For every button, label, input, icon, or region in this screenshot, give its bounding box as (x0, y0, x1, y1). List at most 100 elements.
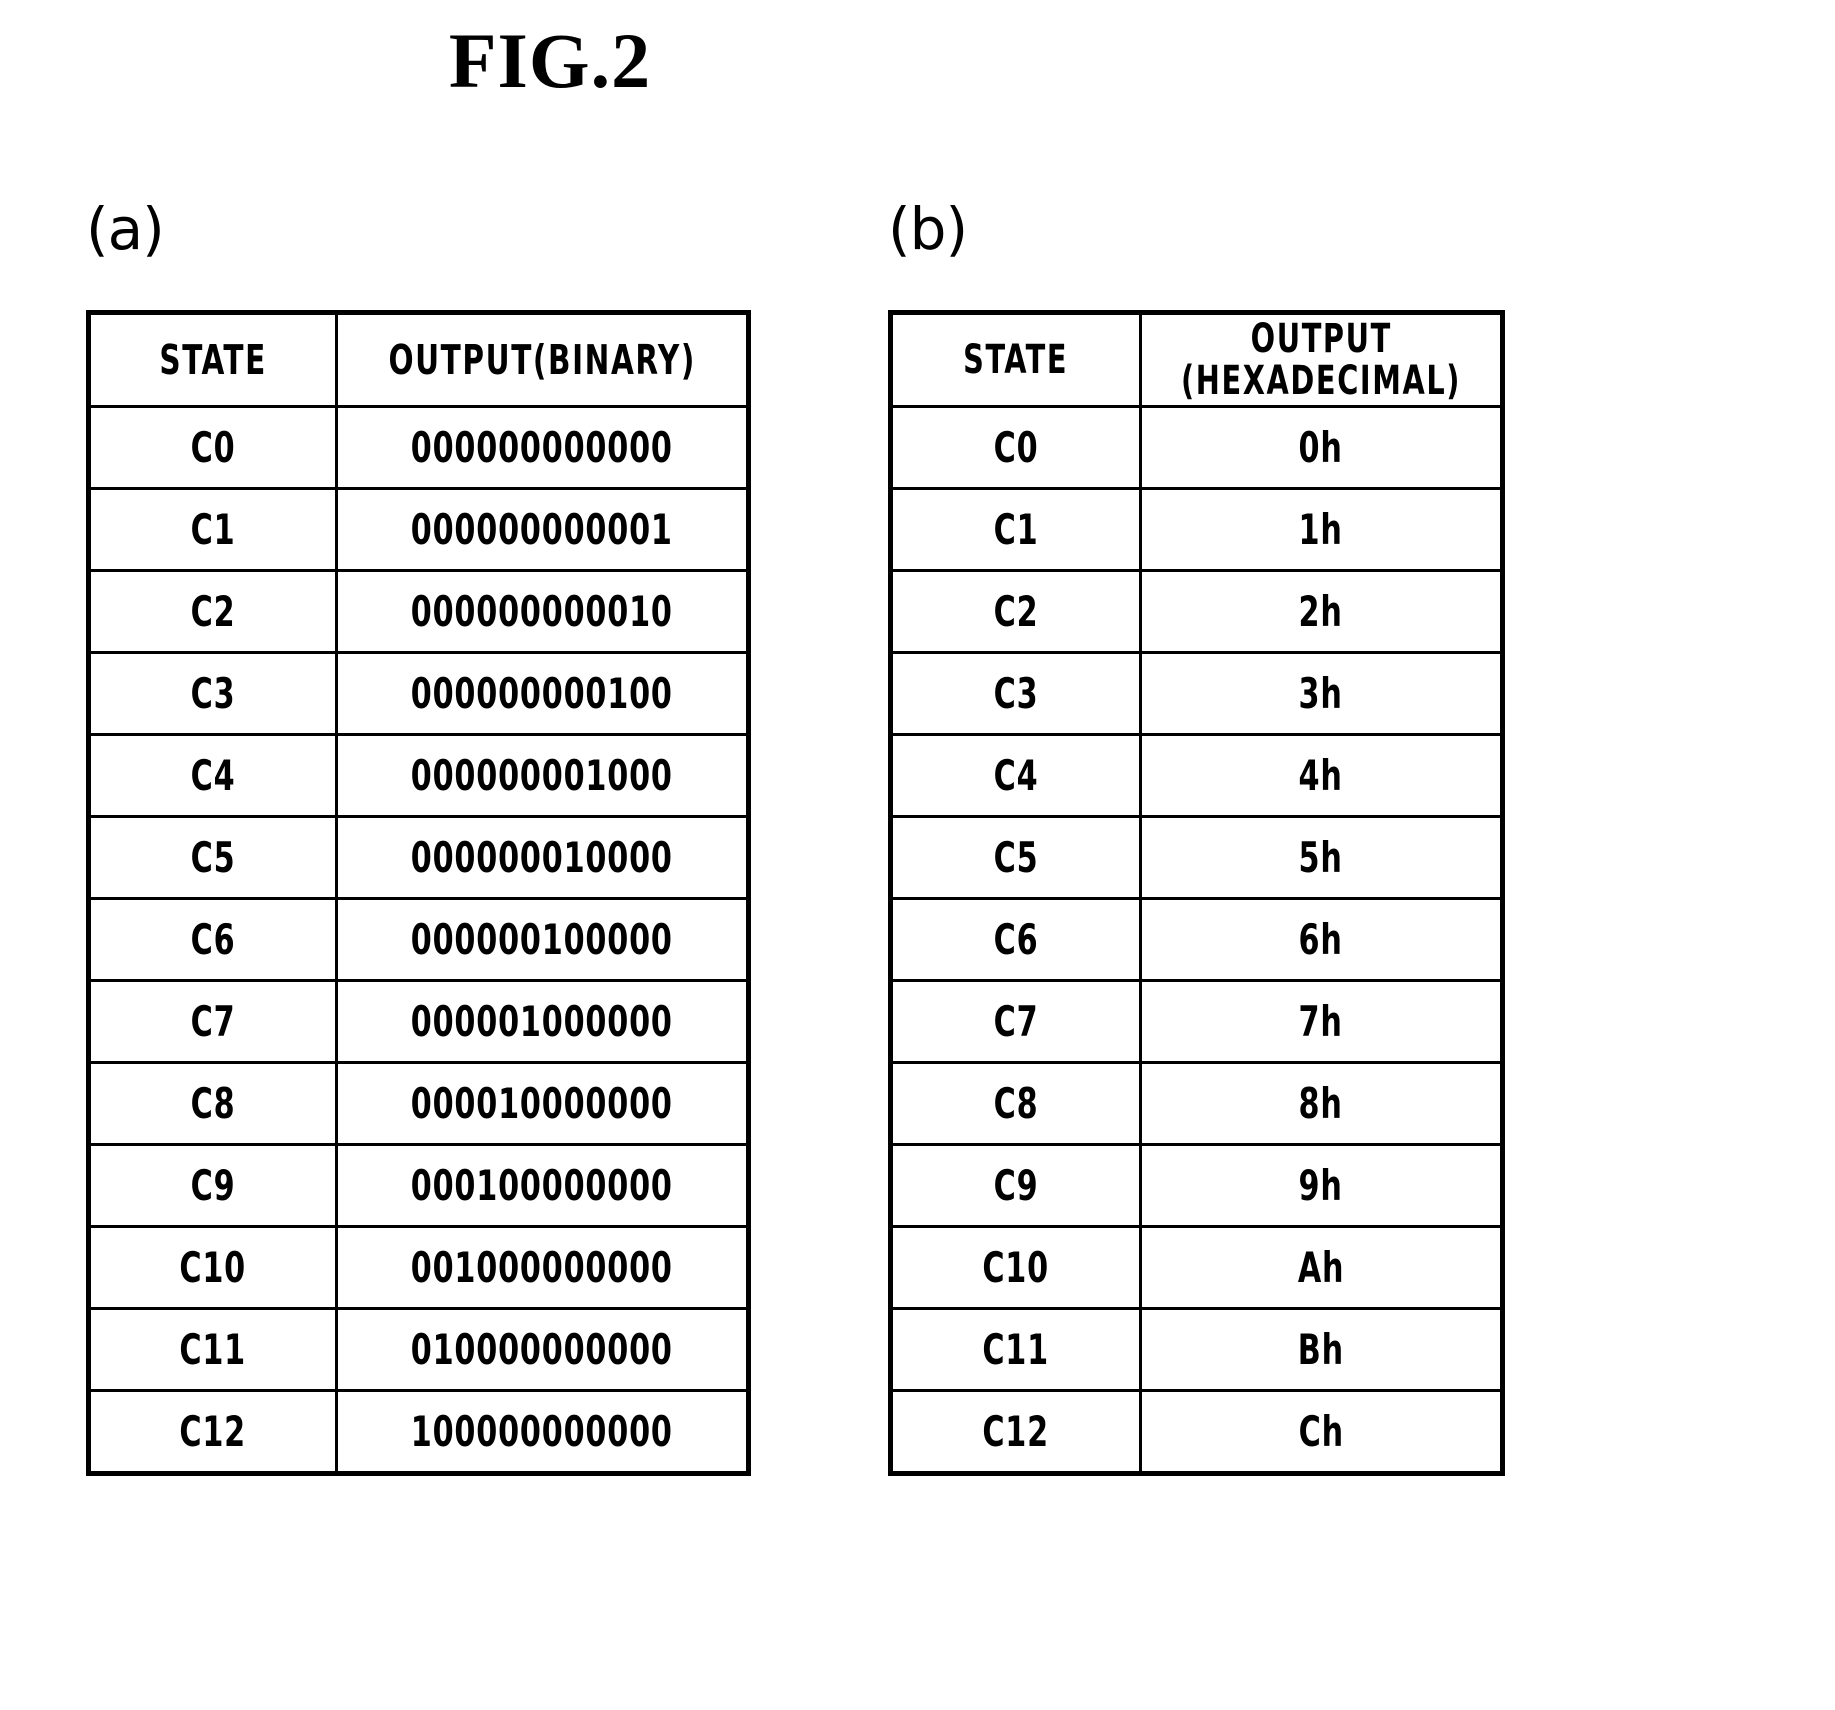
table-b-state-value: C6 (993, 915, 1039, 964)
table-a-cell-state: C7 (87, 979, 338, 1064)
table-a-cell-output: 000000000000 (335, 405, 750, 490)
table-row: C1 000000000001 (87, 487, 750, 572)
table-b-cell-state: C6 (889, 897, 1142, 982)
table-a-header-state-label: STATE (159, 336, 267, 384)
table-a-state-value: C9 (190, 1161, 236, 1210)
table-a-state-value: C4 (190, 751, 236, 800)
table-row: C8 8h (889, 1061, 1504, 1146)
table-b-cell-output: 4h (1139, 733, 1504, 818)
table-a-output-value: 000010000000 (411, 1079, 673, 1128)
table-row: C12 Ch (889, 1389, 1504, 1475)
table-b-output-value: Ch (1298, 1407, 1344, 1456)
table-b-output-value: 9h (1298, 1161, 1344, 1210)
table-a-output-value: 100000000000 (411, 1407, 673, 1456)
table-a-output-value: 000001000000 (411, 997, 673, 1046)
table-a-cell-output: 000000010000 (335, 815, 750, 900)
table-row: C3 3h (889, 651, 1504, 736)
table-b-state-value: C12 (982, 1407, 1050, 1456)
table-a-state-value: C12 (179, 1407, 247, 1456)
table-b-body: C0 0h C1 1h C2 2h C3 3h C4 4h C5 5h C6 6h C7 7h C8 8h C9 9h… (889, 405, 1504, 1475)
table-b-header-output-line2: (HEXADECIMAL) (1180, 358, 1462, 404)
table-a-cell-output: 010000000000 (335, 1307, 750, 1392)
panel-a-label: (a) (86, 195, 165, 263)
table-row: C11 010000000000 (87, 1307, 750, 1392)
table-a-cell-state: C2 (87, 569, 338, 654)
table-a-header-row: STATE OUTPUT(BINARY) (87, 311, 750, 408)
table-a-cell-output: 000000000001 (335, 487, 750, 572)
table-row: C0 0h (889, 405, 1504, 490)
table-a-cell-output: 000000001000 (335, 733, 750, 818)
table-b-cell-output: 5h (1139, 815, 1504, 900)
table-row: C10 001000000000 (87, 1225, 750, 1310)
panel-b: (b) STATE OUTPUT (HEXADECIMAL) C0 0h C1 1h C… (888, 200, 1505, 1476)
table-row: C1 1h (889, 487, 1504, 572)
table-a-cell-state: C0 (87, 405, 338, 490)
table-b-cell-state: C1 (889, 487, 1142, 572)
table-b-cell-state: C11 (889, 1307, 1142, 1392)
table-a-cell-state: C3 (87, 651, 338, 736)
table-row: C6 6h (889, 897, 1504, 982)
table-b-state-value: C9 (993, 1161, 1039, 1210)
table-a-output-value: 010000000000 (411, 1325, 673, 1374)
table-row: C5 5h (889, 815, 1504, 900)
table-row: C5 000000010000 (87, 815, 750, 900)
table-b-cell-output: Ah (1139, 1225, 1504, 1310)
table-a-header-output-label: OUTPUT(BINARY) (388, 336, 696, 384)
table-a-cell-output: 000000000010 (335, 569, 750, 654)
table-row: C10 Ah (889, 1225, 1504, 1310)
table-b-header-output-stack: OUTPUT (HEXADECIMAL) (1142, 318, 1500, 402)
table-b-cell-state: C4 (889, 733, 1142, 818)
table-b-output-value: 5h (1298, 833, 1344, 882)
table-a-cell-state: C5 (87, 815, 338, 900)
table-row: C4 000000001000 (87, 733, 750, 818)
table-a-output-value: 001000000000 (411, 1243, 673, 1292)
table-b-cell-output: 9h (1139, 1143, 1504, 1228)
table-a-cell-state: C12 (87, 1389, 338, 1475)
table-b-cell-state: C7 (889, 979, 1142, 1064)
table-b-output-value: 8h (1298, 1079, 1344, 1128)
table-b-cell-state: C8 (889, 1061, 1142, 1146)
table-b-cell-output: Ch (1139, 1389, 1504, 1475)
table-b-cell-output: 1h (1139, 487, 1504, 572)
table-b-output-value: 2h (1298, 587, 1344, 636)
table-a-cell-state: C6 (87, 897, 338, 982)
table-row: C9 9h (889, 1143, 1504, 1228)
table-row: C8 000010000000 (87, 1061, 750, 1146)
state-binary-table: STATE OUTPUT(BINARY) C0 000000000000 C1 000… (86, 310, 751, 1476)
table-a-state-value: C5 (190, 833, 236, 882)
table-a-cell-output: 001000000000 (335, 1225, 750, 1310)
table-a-output-value: 000000100000 (411, 915, 673, 964)
table-b-state-value: C1 (993, 505, 1039, 554)
table-row: C9 000100000000 (87, 1143, 750, 1228)
table-b-state-value: C5 (993, 833, 1039, 882)
table-a-state-value: C1 (190, 505, 236, 554)
table-a-cell-output: 000100000000 (335, 1143, 750, 1228)
table-a-state-value: C0 (190, 423, 236, 472)
table-b-cell-state: C0 (889, 405, 1142, 490)
table-b-cell-output: 3h (1139, 651, 1504, 736)
table-a-output-value: 000000010000 (411, 833, 673, 882)
table-row: C2 000000000010 (87, 569, 750, 654)
table-a-state-value: C11 (179, 1325, 247, 1374)
figure-title: FIG.2 (448, 17, 652, 104)
table-b-state-value: C3 (993, 669, 1039, 718)
table-b-cell-state: C5 (889, 815, 1142, 900)
table-a-cell-state: C4 (87, 733, 338, 818)
table-a-state-value: C10 (179, 1243, 247, 1292)
panel-a: (a) STATE OUTPUT(BINARY) C0 000000000000 C… (86, 200, 751, 1476)
table-b-cell-state: C12 (889, 1389, 1142, 1475)
table-b-cell-state: C9 (889, 1143, 1142, 1228)
table-a-state-value: C2 (190, 587, 236, 636)
table-b-output-value: 1h (1298, 505, 1344, 554)
table-b-cell-output: 7h (1139, 979, 1504, 1064)
table-b-output-value: 7h (1298, 997, 1344, 1046)
table-b-cell-state: C3 (889, 651, 1142, 736)
table-row: C7 000001000000 (87, 979, 750, 1064)
table-b-output-value: 3h (1298, 669, 1344, 718)
table-a-cell-output: 000001000000 (335, 979, 750, 1064)
table-b-cell-output: 8h (1139, 1061, 1504, 1146)
table-b-output-value: 0h (1298, 423, 1344, 472)
table-b-cell-output: 0h (1139, 405, 1504, 490)
table-row: C0 000000000000 (87, 405, 750, 490)
table-b-state-value: C11 (982, 1325, 1050, 1374)
